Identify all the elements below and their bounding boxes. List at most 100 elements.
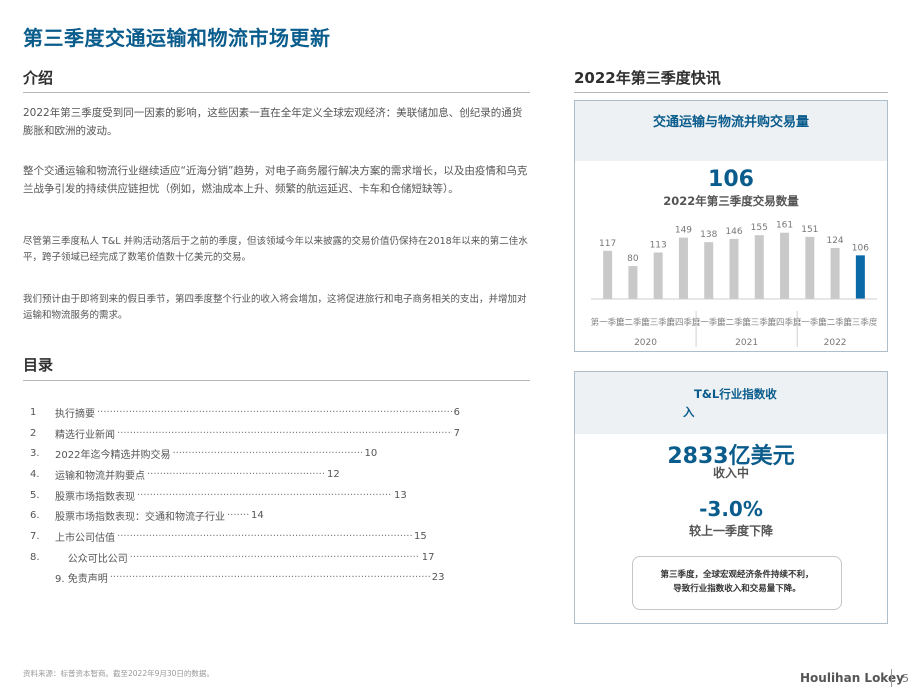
bar xyxy=(754,235,764,299)
bar xyxy=(805,236,815,299)
deal-volume-chart: 117第一季度80第二季度113第三季度149第四季度138第一季度146第二季… xyxy=(591,221,878,348)
flash-heading: 2022年第三季度快讯 xyxy=(574,69,721,87)
toc-item-title: 公众可比公司 xyxy=(55,553,128,565)
toc-heading: 目录 xyxy=(23,356,54,374)
intro-divider xyxy=(23,92,530,93)
toc-item-title: 执行摘要 xyxy=(55,408,95,420)
year-group-label: 2021 xyxy=(735,338,758,348)
bar xyxy=(780,232,790,299)
revenue-label: 收入中 xyxy=(712,466,749,480)
brand-logo: Houlihan Lokey xyxy=(800,671,904,685)
toc-item-title: 股票市场指数表现：交通和物流子行业 xyxy=(55,512,225,524)
bar xyxy=(855,255,865,299)
index-note-line-2: 导致行业指数收入和交易量下降。 xyxy=(673,584,801,594)
bar-value-label: 151 xyxy=(801,225,818,235)
bar xyxy=(653,252,663,299)
toc-item-title: 精选行业新闻 xyxy=(55,429,115,441)
toc-item-number: 5. xyxy=(30,489,40,501)
bar-value-label: 113 xyxy=(650,240,667,250)
bar xyxy=(704,242,714,299)
toc-leader-dots xyxy=(117,428,452,439)
page-title: 第三季度交通运输和物流市场更新 xyxy=(23,26,331,50)
toc-item[interactable]: 6. 股票市场指数表现：交通和物流子行业 14 xyxy=(30,505,460,526)
toc-item-page: 10 xyxy=(364,448,378,460)
toc-item-number: 1 xyxy=(30,406,37,418)
toc-item-number: 4. xyxy=(30,468,40,480)
bar-value-label: 161 xyxy=(776,221,793,231)
bar xyxy=(628,266,638,299)
toc-leader-dots xyxy=(147,469,325,480)
deal-count-label: 2022年第三季度交易数量 xyxy=(663,194,799,208)
deal-volume-panel: 交通运输与物流并购交易量 106 2022年第三季度交易数量 117 第一季度 80… xyxy=(574,100,888,352)
toc-item-number: 2 xyxy=(30,427,37,439)
toc-leader-dots xyxy=(227,510,249,521)
deal-count-value: 106 xyxy=(708,167,754,192)
toc-item-page: 15 xyxy=(414,530,427,542)
bar xyxy=(729,238,739,299)
bar xyxy=(603,250,613,299)
toc-item-title: 9. 免责声明 xyxy=(55,574,108,586)
toc-item-title: 2022年迄今精选并购交易 xyxy=(55,450,171,462)
page-number: 5 xyxy=(902,672,909,685)
chart-title: 交通运输与物流并购交易量 xyxy=(652,115,809,130)
bar-value-label: 155 xyxy=(751,223,768,233)
intro-paragraph-1: 2022年第三季度受到同一因素的影响，这些因素一直在全年定义全球宏观经济：美联储… xyxy=(23,107,523,137)
toc-item-page: 6 xyxy=(453,406,460,418)
toc-item-title: 股票市场指数表现 xyxy=(55,491,135,503)
toc-item-page: 17 xyxy=(421,551,435,563)
intro-paragraph-2: 整个交通运输和物流行业继续适应“近海分销”趋势，对电子商务履行解决方案的需求增长… xyxy=(23,165,528,195)
change-label: 较上一季度下降 xyxy=(688,524,773,538)
toc-leader-dots xyxy=(97,407,452,418)
bar-value-label: 106 xyxy=(852,243,869,253)
toc-divider xyxy=(23,380,530,381)
toc-item[interactable]: 5. 股票市场指数表现 13 xyxy=(30,485,460,506)
toc-item-number: 8. xyxy=(30,551,40,563)
bar-value-label: 117 xyxy=(599,239,616,249)
table-of-contents: 1 执行摘要 6 2 精选行业新闻 7 3. 2022年迄今精选并购交易 10 4. 运输和物… xyxy=(30,402,460,588)
index-title-line-1: T&L行业指数收 xyxy=(694,387,777,401)
bar-value-label: 80 xyxy=(627,254,639,264)
toc-item-page: 12 xyxy=(327,468,340,480)
toc-item[interactable]: 2 精选行业新闻 7 xyxy=(30,423,460,444)
toc-item[interactable]: 8. 公众可比公司 17 xyxy=(30,547,460,568)
toc-item-title: 上市公司估值 xyxy=(55,532,115,544)
footer-divider xyxy=(891,669,892,687)
toc-leader-dots xyxy=(137,490,392,501)
toc-leader-dots xyxy=(130,552,420,563)
year-group-label: 2022 xyxy=(824,338,847,348)
intro-paragraph-4: 我们预计由于即将到来的假日季节，第四季度整个行业的收入将会增加，这将促进旅行和电… xyxy=(23,294,527,321)
toc-item-page: 23 xyxy=(431,572,445,584)
year-group-label: 2020 xyxy=(634,338,657,348)
bar-value-label: 149 xyxy=(675,226,692,236)
toc-item-number: 3. xyxy=(30,448,40,460)
toc-item[interactable]: 3. 2022年迄今精选并购交易 10 xyxy=(30,443,460,464)
toc-item[interactable]: 9. 免责声明 23 xyxy=(30,568,460,589)
bar-value-label: 124 xyxy=(826,236,843,246)
toc-item-page: 14 xyxy=(251,510,264,522)
chart-title-band xyxy=(575,101,887,161)
toc-item-number: 7. xyxy=(30,530,40,542)
intro-paragraph-3: 尽管第三季度私人 T&L 并购活动落后于之前的季度，但该领域今年以来披露的交易价… xyxy=(23,236,528,263)
change-value: -3.0% xyxy=(699,497,763,521)
toc-item[interactable]: 1 执行摘要 6 xyxy=(30,402,460,423)
toc-item[interactable]: 7. 上市公司估值 15 xyxy=(30,526,460,547)
toc-item-page: 13 xyxy=(394,489,407,501)
index-note-box: 第三季度，全球宏观经济条件持续不利， 导致行业指数收入和交易量下降。 xyxy=(632,556,842,610)
toc-item-title: 运输和物流并购要点 xyxy=(55,470,145,482)
bar-value-label: 138 xyxy=(700,230,717,240)
toc-item[interactable]: 4. 运输和物流并购要点 12 xyxy=(30,464,460,485)
toc-item-page: 7 xyxy=(453,427,460,439)
index-title-band xyxy=(575,372,887,434)
bar xyxy=(678,237,688,299)
toc-item-number: 6. xyxy=(30,510,40,522)
source-note: 资料来源：标普资本智商。截至2022年9月30日的数据。 xyxy=(23,669,214,678)
toc-leader-dots xyxy=(117,531,412,542)
category-label: 第三季度 xyxy=(843,317,878,328)
toc-leader-dots xyxy=(172,448,362,459)
index-title-line-2: 入 xyxy=(683,405,695,419)
flash-divider xyxy=(574,92,888,93)
intro-heading: 介绍 xyxy=(23,69,54,87)
bar-value-label: 146 xyxy=(725,227,742,237)
toc-leader-dots xyxy=(110,572,430,583)
index-note-line-1: 第三季度，全球宏观经济条件持续不利， xyxy=(660,570,814,580)
